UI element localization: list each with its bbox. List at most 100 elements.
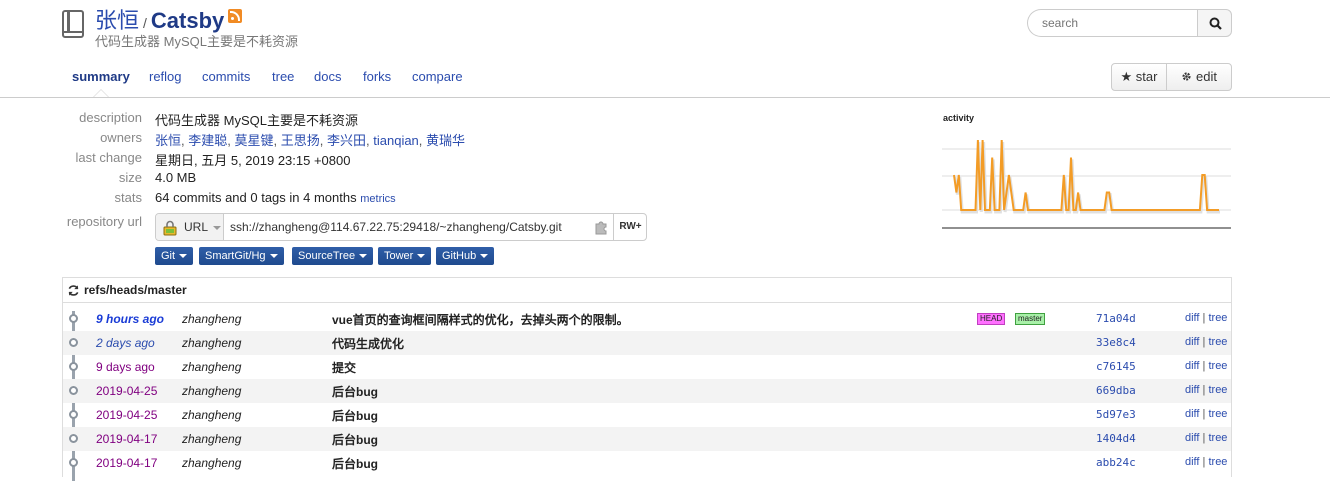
- diff-link[interactable]: diff: [1185, 336, 1199, 348]
- commit-message-link[interactable]: 后台bug: [332, 407, 378, 424]
- commit-node-icon: [69, 362, 78, 371]
- diff-link[interactable]: diff: [1185, 432, 1199, 444]
- commit-message-link[interactable]: 代码生成优化: [332, 335, 404, 352]
- tree-link[interactable]: tree: [1208, 360, 1227, 372]
- rss-icon[interactable]: [228, 9, 243, 23]
- page-header: 张恒 / Catsby 代码生成器 MySQL主要是不耗资源: [0, 0, 1330, 52]
- commit-message-link[interactable]: 后台bug: [332, 431, 378, 448]
- link-separator: |: [1202, 456, 1206, 468]
- client-button-sourcetree[interactable]: SourceTree: [292, 247, 374, 265]
- edit-button[interactable]: edit: [1167, 64, 1231, 90]
- repository-url-box: URL ssh://zhangheng@114.67.22.75:29418/~…: [155, 213, 647, 241]
- tree-link[interactable]: tree: [1208, 456, 1227, 468]
- commit-node-icon: [69, 338, 78, 347]
- diff-link[interactable]: diff: [1185, 360, 1199, 372]
- link-separator: |: [1202, 432, 1206, 444]
- owner-link[interactable]: 莫星键: [235, 133, 274, 148]
- owner-link[interactable]: 张恒: [95, 8, 139, 33]
- commit-links: diff | tree: [1185, 312, 1227, 324]
- commit-author: zhangheng: [182, 456, 242, 470]
- owner-link[interactable]: 张恒: [155, 133, 181, 148]
- tab-compare[interactable]: compare: [412, 69, 463, 84]
- repo-actions: ★ star edit: [1111, 63, 1232, 91]
- commit-date: 2019-04-25: [96, 384, 158, 398]
- commit-row[interactable]: 9 days ago zhangheng 提交 c76145 diff | tree: [63, 355, 1231, 379]
- commit-hash-link[interactable]: 1404d4: [1096, 432, 1136, 445]
- tree-link[interactable]: tree: [1208, 432, 1227, 444]
- log-header: refs/heads/master: [63, 278, 1231, 303]
- tree-link[interactable]: tree: [1208, 384, 1227, 396]
- commit-hash-link[interactable]: c76145: [1096, 360, 1136, 373]
- copy-puzzle-icon[interactable]: [593, 219, 609, 235]
- stats-value: 64 commits and 0 tags in 4 months metric…: [155, 190, 396, 205]
- client-button-smartgit[interactable]: SmartGit/Hg: [199, 247, 284, 265]
- tree-link[interactable]: tree: [1208, 408, 1227, 420]
- caret-down-icon: [359, 254, 368, 259]
- commit-author: zhangheng: [182, 312, 242, 326]
- commit-row[interactable]: 2019-04-25 zhangheng 后台bug 669dba diff | tre…: [63, 379, 1231, 403]
- search-input[interactable]: [1027, 9, 1197, 37]
- commit-message-link[interactable]: 后台bug: [332, 383, 378, 400]
- search-button[interactable]: [1197, 9, 1232, 37]
- commit-row[interactable]: 2019-04-25 zhangheng 后台bug 5d97e3 diff | tre…: [63, 403, 1231, 427]
- commit-links: diff | tree: [1185, 384, 1227, 396]
- tab-docs[interactable]: docs: [314, 69, 341, 84]
- tab-tree[interactable]: tree: [272, 69, 294, 84]
- commit-row[interactable]: 2019-04-17 zhangheng 后台bug abb24c diff | tre…: [63, 451, 1231, 475]
- summary-description-row: description 代码生成器 MySQL主要是不耗资源: [0, 110, 930, 130]
- branch-ref-link[interactable]: refs/heads/master: [84, 283, 187, 297]
- owner-link[interactable]: 王思扬: [281, 133, 320, 148]
- repo-name-link[interactable]: Catsby: [151, 8, 224, 33]
- diff-link[interactable]: diff: [1185, 312, 1199, 324]
- commit-hash-link[interactable]: 33e8c4: [1096, 336, 1136, 349]
- repo-nav: summary reflog commits tree docs forks c…: [0, 58, 1330, 98]
- commit-row[interactable]: 2 days ago zhangheng 代码生成优化 33e8c4 diff | tr…: [63, 331, 1231, 355]
- repository-url-text[interactable]: ssh://zhangheng@114.67.22.75:29418/~zhan…: [230, 220, 562, 234]
- summary-last-change-row: last change 星期日, 五月 5, 2019 23:15 +0800: [0, 150, 930, 170]
- stats-label: stats: [114, 190, 142, 205]
- commit-hash-link[interactable]: 71a04d: [1096, 312, 1136, 325]
- edit-label: edit: [1196, 69, 1217, 84]
- commit-message-link[interactable]: 提交: [332, 359, 356, 376]
- size-value: 4.0 MB: [155, 170, 197, 185]
- tab-forks[interactable]: forks: [363, 69, 391, 84]
- metrics-link[interactable]: metrics: [360, 193, 395, 205]
- commit-hash-link[interactable]: 669dba: [1096, 384, 1136, 397]
- owner-link[interactable]: tianqian: [373, 133, 419, 148]
- commit-message-link[interactable]: vue首页的查询框间隔样式的优化，去掉头两个的限制。: [332, 311, 629, 328]
- commit-date: 2019-04-17: [96, 456, 158, 470]
- owner-link[interactable]: 李兴田: [327, 133, 366, 148]
- client-button-github[interactable]: GitHub: [436, 247, 495, 265]
- commit-links: diff | tree: [1185, 360, 1227, 372]
- diff-link[interactable]: diff: [1185, 384, 1199, 396]
- commit-author: zhangheng: [182, 336, 242, 350]
- commit-hash-link[interactable]: abb24c: [1096, 456, 1136, 469]
- diff-link[interactable]: diff: [1185, 456, 1199, 468]
- client-button-git[interactable]: Git: [155, 247, 194, 265]
- commit-author: zhangheng: [182, 384, 242, 398]
- activity-line: [953, 139, 1219, 211]
- commit-row[interactable]: 2019-04-17 zhangheng 后台bug 1404d4 diff | tre…: [63, 427, 1231, 451]
- diff-link[interactable]: diff: [1185, 408, 1199, 420]
- commit-date: 2019-04-25: [96, 408, 158, 422]
- tree-link[interactable]: tree: [1208, 336, 1227, 348]
- summary-size-row: size 4.0 MB: [0, 170, 930, 190]
- star-button[interactable]: ★ star: [1112, 64, 1167, 90]
- tab-summary[interactable]: summary: [72, 69, 130, 84]
- client-label: SourceTree: [298, 250, 356, 262]
- client-label: SmartGit/Hg: [205, 250, 266, 262]
- chevron-down-icon: [213, 226, 221, 230]
- commit-hash-link[interactable]: 5d97e3: [1096, 408, 1136, 421]
- tab-commits[interactable]: commits: [202, 69, 250, 84]
- url-type-label: URL: [184, 220, 209, 234]
- tab-reflog[interactable]: reflog: [149, 69, 182, 84]
- url-type-dropdown[interactable]: URL: [156, 214, 224, 240]
- tree-link[interactable]: tree: [1208, 312, 1227, 324]
- commit-node-icon: [69, 314, 78, 323]
- client-button-tower[interactable]: Tower: [378, 247, 432, 265]
- commit-row[interactable]: 9 hours ago zhangheng vue首页的查询框间隔样式的优化，去掉头…: [63, 307, 1231, 331]
- owner-link[interactable]: 李建聪: [188, 133, 227, 148]
- branch-badge[interactable]: master: [1015, 313, 1046, 325]
- commit-message-link[interactable]: 后台bug: [332, 455, 378, 472]
- owner-link[interactable]: 黄瑞华: [426, 133, 465, 148]
